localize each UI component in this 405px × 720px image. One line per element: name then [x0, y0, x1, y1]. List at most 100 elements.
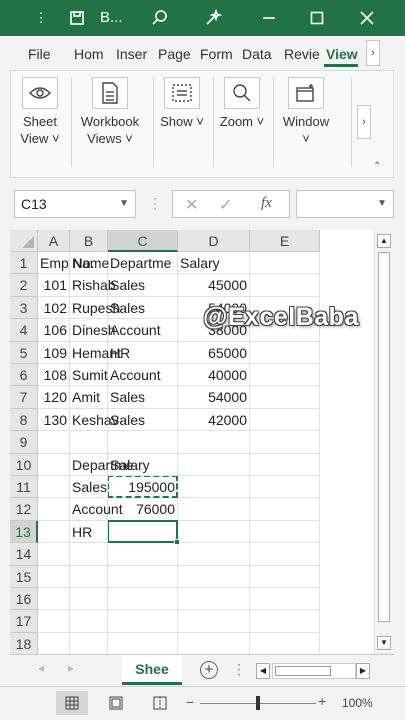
- cell-e11[interactable]: [250, 476, 320, 499]
- cell-a7[interactable]: 120: [38, 386, 70, 409]
- cell-e14[interactable]: [250, 543, 320, 566]
- cell-c3[interactable]: Sales: [108, 296, 178, 320]
- tab-data[interactable]: Data: [242, 46, 272, 62]
- hscroll-right-icon[interactable]: ▶: [356, 663, 370, 679]
- cell-d6[interactable]: 40000: [178, 364, 250, 387]
- cell-a14[interactable]: [38, 543, 70, 566]
- cell-c4[interactable]: Account: [108, 319, 178, 342]
- cell-b7[interactable]: Amit: [70, 386, 108, 409]
- cell-b18[interactable]: [70, 632, 108, 654]
- tab-file[interactable]: File: [28, 46, 51, 62]
- cell-a9[interactable]: [38, 431, 70, 454]
- cell-a2[interactable]: 101: [38, 274, 70, 297]
- cell-b14[interactable]: [70, 543, 108, 566]
- cell-e5[interactable]: [250, 341, 320, 364]
- cell-a17[interactable]: [38, 610, 70, 633]
- cell-b3[interactable]: Rupesh: [70, 296, 120, 320]
- cell-b16[interactable]: [70, 588, 108, 611]
- cell-e15[interactable]: [250, 565, 320, 588]
- select-all-corner[interactable]: [10, 230, 38, 252]
- cell-c15[interactable]: [108, 565, 178, 588]
- horizontal-scrollbar[interactable]: [272, 663, 356, 679]
- cell-d14[interactable]: [178, 543, 250, 566]
- cell-a3[interactable]: 102: [38, 296, 70, 320]
- cell-d17[interactable]: [178, 610, 250, 633]
- sheet-view-button[interactable]: Sheet View ˅: [17, 77, 63, 147]
- row-header-18[interactable]: 18: [10, 632, 38, 654]
- cell-b2[interactable]: Rishab: [70, 274, 116, 297]
- formula-input[interactable]: ▼: [296, 190, 394, 218]
- sheet-tab[interactable]: Shee: [122, 655, 182, 685]
- cell-b9[interactable]: [70, 431, 108, 454]
- cell-d18[interactable]: [178, 632, 250, 654]
- cell-e1[interactable]: [250, 252, 320, 275]
- row-header-3[interactable]: 3: [10, 296, 38, 320]
- search-icon[interactable]: [145, 0, 175, 36]
- cancel-entry-icon[interactable]: ✕: [185, 195, 198, 215]
- cell-e13[interactable]: [250, 520, 320, 544]
- column-header-d[interactable]: D: [178, 230, 250, 252]
- expand-formula-icon[interactable]: ▼: [377, 191, 387, 217]
- row-header-4[interactable]: 4: [10, 319, 38, 342]
- zoom-out-icon[interactable]: −: [186, 694, 194, 710]
- cell-c6[interactable]: Account: [108, 364, 178, 387]
- zoom-slider[interactable]: [200, 696, 316, 710]
- tab-review[interactable]: Revie: [284, 46, 320, 62]
- cell-d12[interactable]: [178, 498, 250, 521]
- cell-a18[interactable]: [38, 632, 70, 654]
- collapse-ribbon-icon[interactable]: ⌃: [373, 161, 381, 172]
- scroll-up-icon[interactable]: ▲: [377, 234, 391, 248]
- column-header-e[interactable]: E: [250, 230, 320, 252]
- worksheet-grid[interactable]: A B C D E 1 Emp No. Name Departme Salary 2 101 Risha…: [10, 230, 374, 654]
- cell-e16[interactable]: [250, 588, 320, 611]
- column-header-b[interactable]: B: [70, 230, 108, 252]
- show-button[interactable]: Show ˅: [159, 77, 205, 130]
- zoom-button[interactable]: Zoom ˅: [219, 77, 265, 130]
- next-sheet-icon[interactable]: ▸: [68, 661, 74, 675]
- row-header-7[interactable]: 7: [10, 386, 38, 409]
- name-box[interactable]: C13 ▼: [14, 190, 136, 218]
- cell-c13[interactable]: [108, 520, 178, 544]
- hscroll-thumb[interactable]: [275, 666, 331, 676]
- insert-function-icon[interactable]: fx: [261, 195, 272, 212]
- cell-a12[interactable]: [38, 498, 70, 521]
- cell-d9[interactable]: [178, 431, 250, 454]
- row-header-1[interactable]: 1: [10, 252, 38, 275]
- cell-a10[interactable]: [38, 453, 70, 476]
- cell-c1[interactable]: Departme: [108, 252, 178, 275]
- row-header-16[interactable]: 16: [10, 588, 38, 611]
- fill-handle[interactable]: [174, 539, 180, 546]
- cell-d13[interactable]: [178, 520, 250, 544]
- cell-d11[interactable]: [178, 476, 250, 499]
- cell-b1[interactable]: Name: [70, 252, 109, 275]
- save-icon[interactable]: [62, 0, 92, 36]
- cell-b12[interactable]: Account: [70, 498, 123, 521]
- cell-a1[interactable]: Emp No.: [38, 252, 94, 275]
- cell-e8[interactable]: [250, 408, 320, 432]
- cell-d7[interactable]: 54000: [178, 386, 250, 409]
- tab-view[interactable]: View: [326, 46, 358, 62]
- tabs-scroll-right-icon[interactable]: ›: [366, 40, 380, 66]
- cell-a4[interactable]: 106: [38, 319, 70, 342]
- cell-b10[interactable]: Departme: [70, 453, 133, 476]
- minimize-icon[interactable]: [254, 0, 284, 36]
- cell-c14[interactable]: [108, 543, 178, 566]
- more-dots-icon[interactable]: ⋮: [28, 0, 54, 36]
- row-header-15[interactable]: 15: [10, 565, 38, 588]
- cell-d1[interactable]: Salary: [178, 252, 250, 275]
- tab-page-layout[interactable]: Page: [158, 46, 191, 62]
- cell-e6[interactable]: [250, 364, 320, 387]
- cell-c5[interactable]: HR: [108, 341, 178, 364]
- cell-e7[interactable]: [250, 386, 320, 409]
- row-header-11[interactable]: 11: [10, 476, 38, 499]
- cell-c17[interactable]: [108, 610, 178, 633]
- prev-sheet-icon[interactable]: ◂: [38, 661, 44, 675]
- normal-view-icon[interactable]: [56, 691, 88, 715]
- row-header-5[interactable]: 5: [10, 341, 38, 364]
- row-header-9[interactable]: 9: [10, 431, 38, 454]
- cell-c9[interactable]: [108, 431, 178, 454]
- cell-a5[interactable]: 109: [38, 341, 70, 364]
- cell-e9[interactable]: [250, 431, 320, 454]
- zoom-slider-thumb[interactable]: [256, 696, 260, 710]
- cell-d10[interactable]: [178, 453, 250, 476]
